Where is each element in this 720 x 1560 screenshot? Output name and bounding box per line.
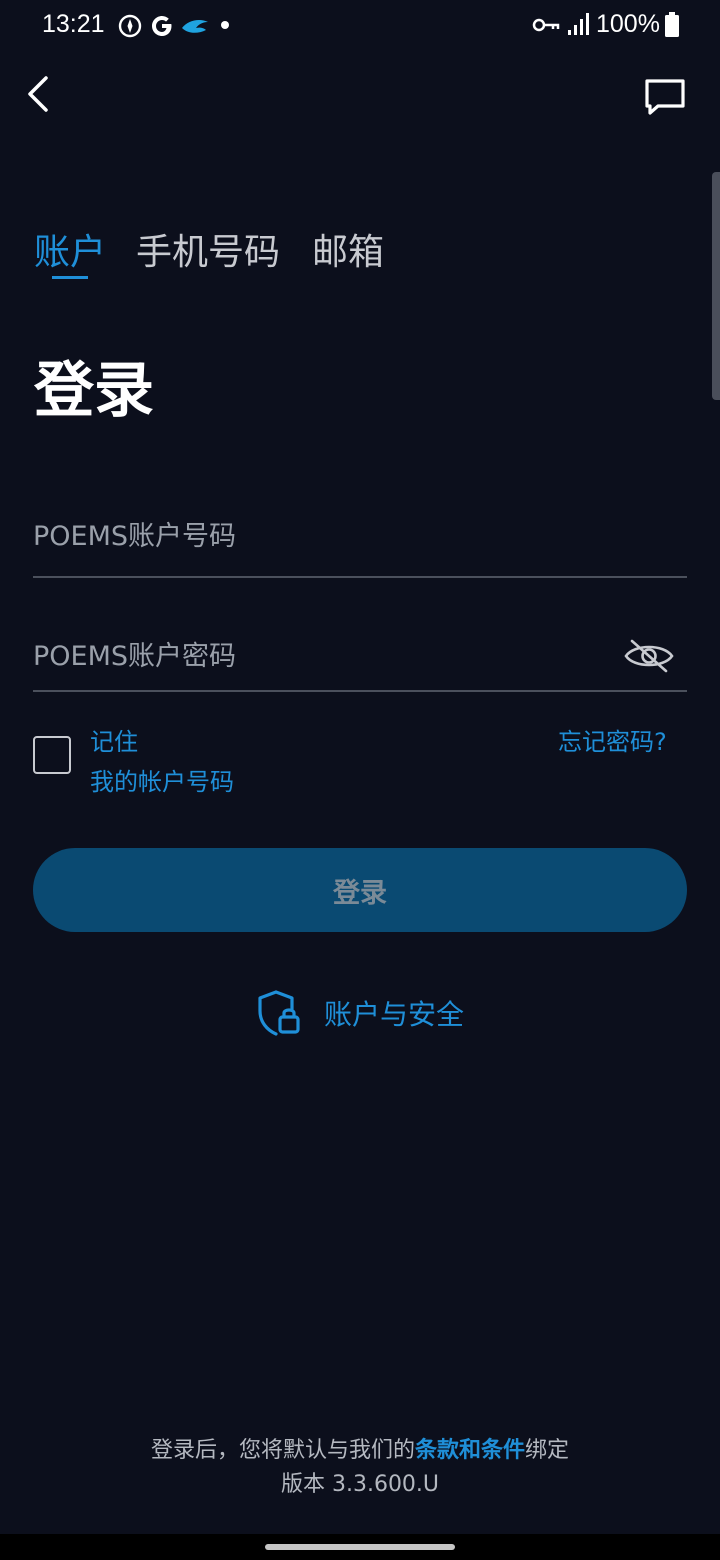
remember-label-line1[interactable]: 记住 (90, 722, 138, 757)
chat-bubble-icon (645, 79, 685, 115)
status-time: 13:21 (42, 10, 105, 38)
chevron-left-icon (28, 76, 48, 112)
forgot-password-link[interactable]: 忘记密码? (558, 722, 667, 757)
back-button[interactable] (20, 70, 64, 120)
remember-account-checkbox[interactable] (33, 736, 71, 774)
home-gesture-handle[interactable] (265, 1544, 455, 1550)
terms-prefix: 登录后，您将默认与我们的 (150, 1438, 415, 1463)
login-button-label: 登录 (333, 877, 387, 909)
page-title: 登录 (34, 356, 154, 426)
password-input[interactable] (33, 626, 613, 686)
active-tab-indicator (52, 276, 88, 279)
toggle-password-visibility-button[interactable] (622, 636, 676, 676)
password-field-underline (33, 690, 687, 692)
scroll-indicator[interactable] (712, 172, 720, 400)
tab-account[interactable]: 账户 (34, 230, 106, 276)
eye-off-icon (624, 639, 674, 673)
dot-icon (221, 21, 229, 29)
google-icon (152, 16, 172, 36)
account-field-underline (33, 576, 687, 578)
terms-suffix: 绑定 (525, 1438, 570, 1463)
tab-email[interactable]: 邮箱 (312, 230, 384, 276)
bird-icon (182, 20, 208, 33)
account-security-link[interactable]: 账户与安全 (256, 988, 464, 1038)
tab-phone[interactable]: 手机号码 (136, 230, 280, 276)
shield-lock-icon (258, 990, 300, 1036)
compass-icon (118, 14, 142, 38)
account-security-label: 账户与安全 (324, 998, 465, 1031)
signal-icon (568, 13, 589, 35)
chat-button[interactable] (638, 72, 690, 122)
login-button[interactable]: 登录 (33, 848, 687, 932)
key-icon (532, 18, 560, 32)
app-version: 版本 3.3.600.U (280, 1472, 440, 1497)
terms-notice: 登录后，您将默认与我们的条款和条件绑定 (0, 1432, 720, 1464)
account-number-input[interactable] (33, 506, 687, 566)
remember-label-line2[interactable]: 我的帐户号码 (90, 762, 234, 797)
battery-icon (665, 12, 679, 37)
terms-link[interactable]: 条款和条件 (415, 1438, 525, 1463)
battery-percentage: 100% (596, 10, 660, 38)
